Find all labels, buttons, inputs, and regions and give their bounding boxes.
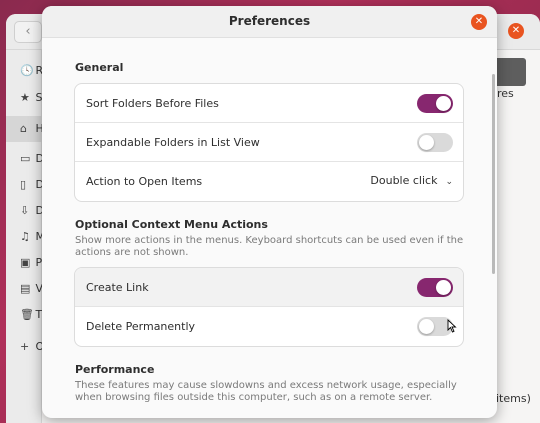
plus-icon: + (20, 340, 30, 353)
pictures-icon: ▣ (20, 256, 31, 269)
toggle-knob (419, 319, 434, 334)
section-title-general: General (75, 61, 124, 74)
sidebar-item-other-locations[interactable]: + O (6, 334, 42, 360)
download-icon: ⇩ (20, 204, 30, 217)
chevron-left-icon: ‹ (25, 24, 31, 39)
expandable-folders-toggle[interactable] (417, 133, 453, 152)
scrollbar[interactable] (492, 74, 495, 274)
general-settings-card: Sort Folders Before Files Expandable Fol… (74, 83, 464, 202)
back-button[interactable]: ‹ (14, 21, 42, 43)
star-icon: ★ (20, 91, 30, 104)
settings-row-sort-folders[interactable]: Sort Folders Before Files (75, 84, 463, 123)
settings-row-delete-permanently[interactable]: Delete Permanently (75, 307, 463, 346)
create-link-toggle[interactable] (417, 278, 453, 297)
clock-icon: 🕓 (20, 64, 34, 77)
section-description-context-menu: Show more actions in the menus. Keyboard… (75, 235, 464, 258)
desktop-icon: ▭ (20, 152, 31, 165)
row-label: Expandable Folders in List View (86, 136, 260, 149)
folder-icon[interactable] (494, 58, 526, 86)
home-icon: ⌂ (20, 122, 27, 135)
preferences-dialog: Preferences ✕ General Sort Folders Befor… (42, 6, 497, 418)
dialog-content: General Sort Folders Before Files Expand… (42, 38, 497, 418)
sidebar-item-documents[interactable]: ▯ D (6, 172, 42, 198)
settings-row-open-action[interactable]: Action to Open Items Double click ⌄ (75, 162, 463, 201)
close-icon[interactable]: ✕ (508, 23, 524, 39)
section-title-context-menu: Optional Context Menu Actions (75, 218, 268, 231)
chevron-down-icon: ⌄ (445, 177, 453, 187)
files-sidebar: 🕓 R ★ S ⌂ H ▭ D ▯ D ⇩ D ♫ M ▣ P ▤ V 🗑 T … (6, 50, 42, 423)
settings-row-expandable-folders[interactable]: Expandable Folders in List View (75, 123, 463, 162)
sidebar-item-starred[interactable]: ★ S (6, 85, 42, 111)
close-icon[interactable]: ✕ (471, 14, 487, 30)
sidebar-item-desktop[interactable]: ▭ D (6, 146, 42, 172)
row-label: Delete Permanently (86, 320, 196, 333)
dialog-headerbar: Preferences ✕ (42, 6, 497, 38)
dropdown-value: Double click (370, 174, 438, 187)
sidebar-item-pictures[interactable]: ▣ P (6, 250, 42, 276)
folder-label: res (497, 87, 514, 100)
row-label: Sort Folders Before Files (86, 97, 219, 110)
trash-icon: 🗑 (20, 308, 34, 321)
row-label: Action to Open Items (86, 175, 203, 188)
section-description-performance: These features may cause slowdowns and e… (75, 380, 457, 403)
status-text: items) (496, 392, 531, 405)
settings-row-create-link[interactable]: Create Link (75, 268, 463, 307)
mouse-pointer-icon (447, 319, 457, 333)
open-action-dropdown[interactable]: Double click ⌄ (370, 174, 453, 187)
sidebar-item-downloads[interactable]: ⇩ D (6, 198, 42, 224)
dialog-title: Preferences (228, 14, 311, 28)
sidebar-item-home[interactable]: ⌂ H (6, 116, 42, 142)
context-menu-settings-card: Create Link Delete Permanently (74, 267, 464, 347)
toggle-knob (419, 135, 434, 150)
sidebar-item-trash[interactable]: 🗑 T (6, 302, 42, 328)
sidebar-item-videos[interactable]: ▤ V (6, 276, 42, 302)
sort-folders-toggle[interactable] (417, 94, 453, 113)
toggle-knob (436, 96, 451, 111)
row-label: Create Link (86, 281, 149, 294)
document-icon: ▯ (20, 178, 27, 191)
toggle-knob (436, 280, 451, 295)
section-title-performance: Performance (75, 363, 155, 376)
videos-icon: ▤ (20, 282, 31, 295)
sidebar-item-recent[interactable]: 🕓 R (6, 58, 42, 84)
sidebar-item-music[interactable]: ♫ M (6, 224, 42, 250)
music-icon: ♫ (20, 230, 30, 243)
